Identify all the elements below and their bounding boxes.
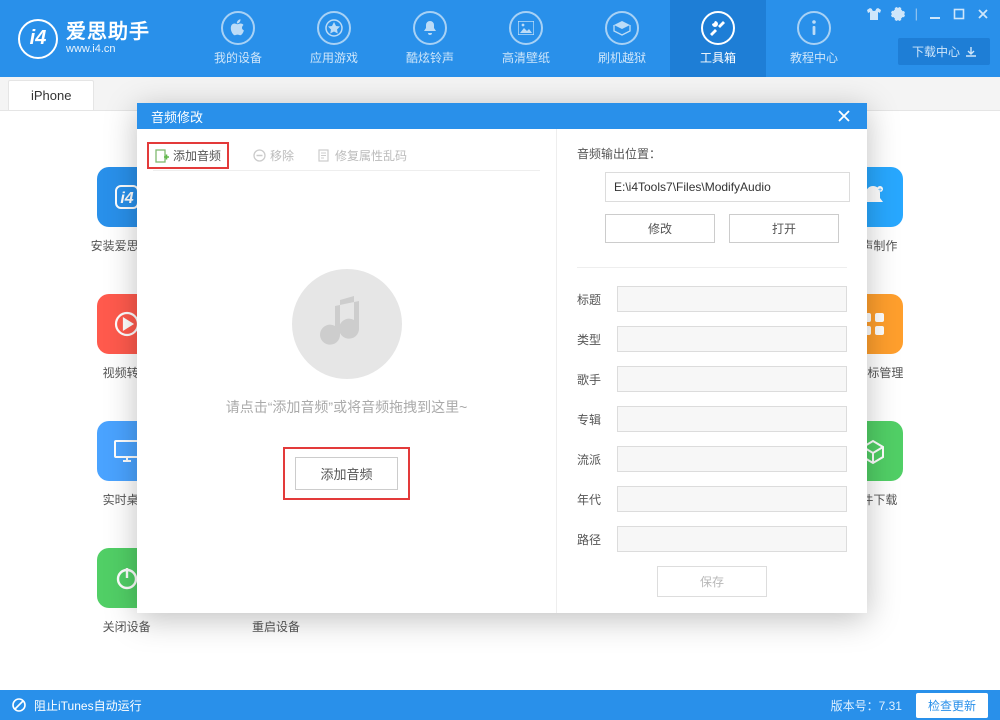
dialog-toolbar: 添加音频 移除 修复属性乱码 <box>153 141 540 171</box>
modify-path-button[interactable]: 修改 <box>605 214 715 243</box>
statusbar: 阻止iTunes自动运行 版本号：7.31 检查更新 <box>0 690 1000 720</box>
app-header: i4 爱思助手 www.i4.cn 我的设备 应用游戏 酷炫铃声 高清壁纸 刷机… <box>0 0 1000 77</box>
output-path-field[interactable]: E:\i4Tools7\Files\ModifyAudio <box>605 172 850 202</box>
settings-icon[interactable] <box>891 7 905 21</box>
add-audio-button[interactable]: 添加音频 <box>295 457 397 490</box>
dialog-title-text: 音频修改 <box>151 107 203 126</box>
tools-icon <box>701 11 735 45</box>
svg-text:i4: i4 <box>120 190 133 207</box>
nav-tutorials[interactable]: 教程中心 <box>766 0 862 77</box>
minimize-button[interactable] <box>928 7 942 21</box>
app-name-cn: 爱思助手 <box>66 21 150 43</box>
nav-ringtones[interactable]: 酷炫铃声 <box>382 0 478 77</box>
meta-year-label: 年代 <box>577 491 617 508</box>
block-icon <box>12 698 26 712</box>
apple-icon <box>221 11 255 45</box>
meta-path-input[interactable] <box>617 526 847 552</box>
maximize-button[interactable] <box>952 7 966 21</box>
dialog-left-panel: 添加音频 移除 修复属性乱码 请点击“添加音频”或将音频拖拽到这里~ 添加音频 <box>137 129 557 613</box>
meta-title-label: 标题 <box>577 291 617 308</box>
drop-area[interactable]: 请点击“添加音频”或将音频拖拽到这里~ 添加音频 <box>153 171 540 597</box>
dialog-close-button[interactable] <box>835 107 853 125</box>
meta-year-input[interactable] <box>617 486 847 512</box>
block-itunes-toggle[interactable]: 阻止iTunes自动运行 <box>34 697 142 714</box>
logo-icon: i4 <box>18 19 58 59</box>
main-nav: 我的设备 应用游戏 酷炫铃声 高清壁纸 刷机越狱 工具箱 教程中心 <box>190 0 862 77</box>
meta-type-input[interactable] <box>617 326 847 352</box>
meta-singer-label: 歌手 <box>577 371 617 388</box>
audio-modify-dialog: 音频修改 添加音频 移除 修复属性乱码 <box>137 103 867 613</box>
meta-path-label: 路径 <box>577 531 617 548</box>
meta-title-input[interactable] <box>617 286 847 312</box>
dialog-titlebar: 音频修改 <box>137 103 867 129</box>
nav-jailbreak[interactable]: 刷机越狱 <box>574 0 670 77</box>
close-button[interactable] <box>976 7 990 21</box>
toolbar-add-audio[interactable]: 添加音频 <box>147 142 229 169</box>
nav-wallpapers[interactable]: 高清壁纸 <box>478 0 574 77</box>
add-file-icon <box>155 149 169 163</box>
toolbar-remove[interactable]: 移除 <box>253 147 294 164</box>
meta-singer-input[interactable] <box>617 366 847 392</box>
check-update-button[interactable]: 检查更新 <box>916 693 988 718</box>
meta-album-input[interactable] <box>617 406 847 432</box>
shirt-icon[interactable] <box>867 7 881 21</box>
add-audio-highlight: 添加音频 <box>283 447 409 500</box>
nav-toolbox[interactable]: 工具箱 <box>670 0 766 77</box>
nav-my-device[interactable]: 我的设备 <box>190 0 286 77</box>
meta-album-label: 专辑 <box>577 411 617 428</box>
meta-type-label: 类型 <box>577 331 617 348</box>
info-icon <box>797 11 831 45</box>
dialog-right-panel: 音频输出位置： E:\i4Tools7\Files\ModifyAudio 修改… <box>557 129 867 613</box>
box-icon <box>605 11 639 45</box>
music-note-icon <box>292 269 402 379</box>
svg-text:+: + <box>878 187 882 194</box>
output-location-label: 音频输出位置： <box>577 145 847 162</box>
download-icon <box>966 47 976 57</box>
drop-hint-text: 请点击“添加音频”或将音频拖拽到这里~ <box>226 397 468 417</box>
save-button[interactable]: 保存 <box>657 566 767 597</box>
image-icon <box>509 11 543 45</box>
logo-area: i4 爱思助手 www.i4.cn <box>0 0 190 77</box>
app-name-en: www.i4.cn <box>66 43 150 55</box>
version-text: 版本号：7.31 <box>831 697 902 714</box>
open-path-button[interactable]: 打开 <box>729 214 839 243</box>
device-tab-iphone[interactable]: iPhone <box>8 80 94 110</box>
toolbar-fix-encoding[interactable]: 修复属性乱码 <box>318 147 407 164</box>
bell-icon <box>413 11 447 45</box>
remove-icon <box>253 149 266 162</box>
meta-genre-input[interactable] <box>617 446 847 472</box>
nav-apps[interactable]: 应用游戏 <box>286 0 382 77</box>
fix-icon <box>318 149 331 162</box>
window-controls: | <box>867 6 990 21</box>
download-center-button[interactable]: 下载中心 <box>898 38 990 65</box>
logo-text: 爱思助手 www.i4.cn <box>66 21 150 55</box>
appstore-icon <box>317 11 351 45</box>
meta-genre-label: 流派 <box>577 451 617 468</box>
